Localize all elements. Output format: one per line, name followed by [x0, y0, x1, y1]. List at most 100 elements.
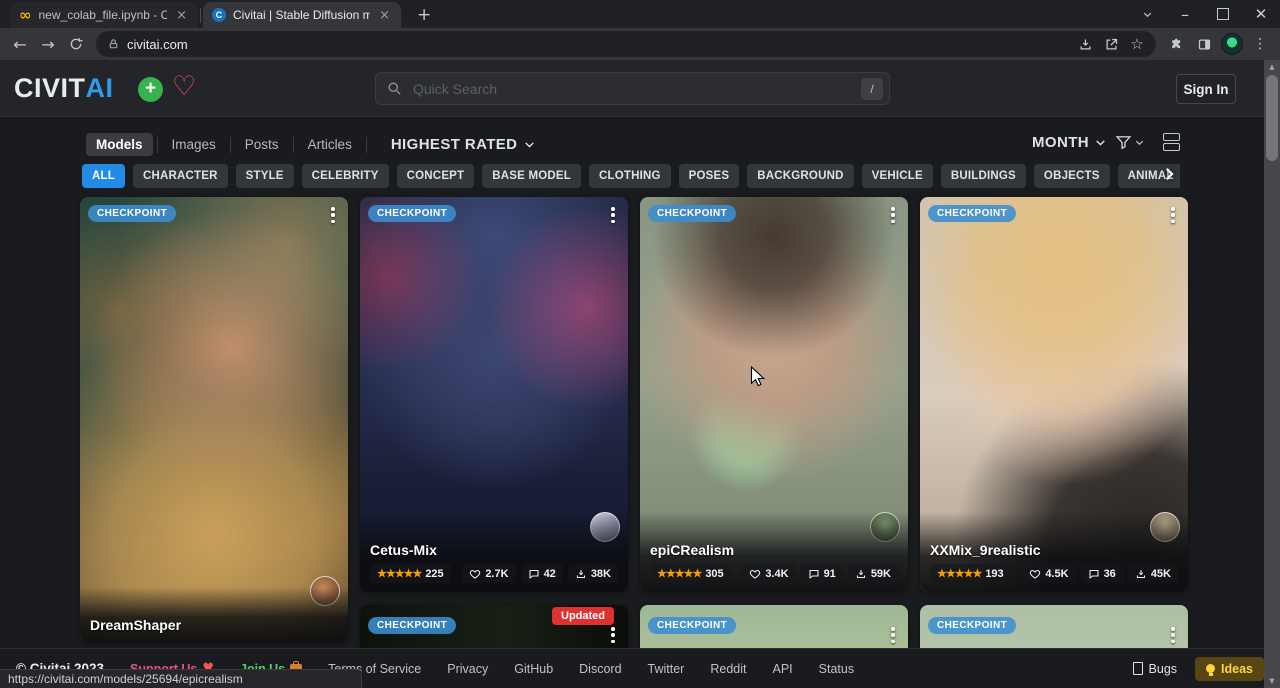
feed-controls: MONTH — [1032, 133, 1180, 151]
category-chip[interactable]: STYLE — [236, 164, 294, 188]
model-card-cetus-mix[interactable]: CHECKPOINT Cetus-Mix ★★★★★ 225 2.7K 42 — [360, 197, 628, 592]
category-chip[interactable]: VEHICLE — [862, 164, 933, 188]
footer-link-twitter[interactable]: Twitter — [648, 662, 685, 676]
bugs-button[interactable]: Bugs — [1133, 662, 1178, 676]
card-menu-icon[interactable] — [324, 205, 342, 225]
period-dropdown[interactable]: MONTH — [1032, 134, 1107, 151]
footer-link-privacy[interactable]: Privacy — [447, 662, 488, 676]
tab-images[interactable]: Images — [162, 133, 226, 156]
rating-pill: ★★★★★ 225 — [370, 564, 451, 583]
colab-icon: ∞ — [19, 8, 32, 23]
browser-tab-civitai[interactable]: C Civitai | Stable Diffusion models, × — [203, 2, 401, 28]
tab-posts[interactable]: Posts — [235, 133, 289, 156]
rating-count: 305 — [705, 568, 723, 580]
tab-divider — [200, 8, 201, 23]
model-type-badge: CHECKPOINT — [88, 205, 176, 222]
lightbulb-icon — [1206, 664, 1215, 673]
footer-link-api[interactable]: API — [772, 662, 792, 676]
category-chip[interactable]: OBJECTS — [1034, 164, 1110, 188]
tab-title: Civitai | Stable Diffusion models, — [233, 8, 370, 22]
star-icons: ★★★★★ — [657, 567, 701, 580]
card-menu-icon[interactable] — [604, 205, 622, 225]
close-tab-icon[interactable]: × — [174, 8, 189, 23]
divider — [366, 137, 367, 153]
scrollbar-thumb[interactable] — [1266, 75, 1278, 161]
category-chip[interactable]: CONCEPT — [397, 164, 475, 188]
chevron-down-icon — [1134, 137, 1145, 148]
model-type-badge: CHECKPOINT — [368, 205, 456, 222]
civitai-logo[interactable]: CIVITAI — [14, 73, 114, 104]
bookmark-star-icon[interactable]: ☆ — [1124, 32, 1150, 56]
footer-link-github[interactable]: GitHub — [514, 662, 553, 676]
share-icon[interactable] — [1098, 32, 1124, 56]
category-chip[interactable]: POSES — [679, 164, 740, 188]
ideas-label: Ideas — [1221, 662, 1253, 676]
browser-menu-icon[interactable]: ⋮ — [1246, 30, 1274, 58]
model-card-partial[interactable]: CHECKPOINT — [640, 605, 908, 648]
search-input[interactable] — [411, 80, 861, 98]
sign-in-button[interactable]: Sign In — [1176, 74, 1236, 104]
reload-button[interactable] — [62, 30, 90, 58]
search-bar[interactable]: / — [375, 72, 890, 105]
footer-link-status[interactable]: Status — [819, 662, 854, 676]
browser-tab-colab[interactable]: ∞ new_colab_file.ipynb - Colaborat × — [10, 2, 198, 28]
ideas-button[interactable]: Ideas — [1195, 657, 1264, 681]
comments-count: 91 — [824, 568, 836, 580]
model-card-epicrealism[interactable]: CHECKPOINT epiCRealism ★★★★★ 305 3.4K 91 — [640, 197, 908, 592]
comment-icon — [808, 568, 820, 580]
filter-dropdown[interactable] — [1115, 134, 1145, 151]
address-bar[interactable]: civitai.com ☆ — [96, 31, 1156, 57]
favorites-heart-icon[interactable]: ♡ — [172, 71, 196, 102]
model-card-dreamshaper[interactable]: CHECKPOINT DreamShaper — [80, 197, 348, 642]
civitai-favicon: C — [212, 8, 226, 22]
category-chip[interactable]: CHARACTER — [133, 164, 228, 188]
category-chip[interactable]: ALL — [82, 164, 125, 188]
category-chip[interactable]: BACKGROUND — [747, 164, 853, 188]
model-card-partial[interactable]: CHECKPOINT — [920, 605, 1188, 648]
tab-articles[interactable]: Articles — [298, 133, 362, 156]
downloads-icon[interactable] — [1072, 32, 1098, 56]
footer-link-reddit[interactable]: Reddit — [710, 662, 746, 676]
card-menu-icon[interactable] — [884, 625, 902, 645]
close-window-button[interactable]: ✕ — [1242, 0, 1280, 28]
comment-icon — [1088, 568, 1100, 580]
back-button[interactable]: ← — [6, 30, 34, 58]
downloads-pill: 45K — [1128, 564, 1178, 583]
model-card-xxmix9realistic[interactable]: CHECKPOINT XXMix_9realistic ★★★★★ 193 4.… — [920, 197, 1188, 592]
category-chip[interactable]: BASE MODEL — [482, 164, 581, 188]
updated-badge: Updated — [552, 607, 614, 625]
comment-icon — [528, 568, 540, 580]
tab-search-chevron-icon[interactable] — [1128, 0, 1166, 28]
scrollbar-up-arrow[interactable]: ▲ — [1264, 60, 1280, 74]
chips-scroll-right-icon[interactable] — [1160, 165, 1178, 183]
model-card-partial[interactable]: Updated CHECKPOINT — [360, 605, 628, 648]
sort-dropdown[interactable]: HIGHEST RATED — [391, 136, 537, 153]
footer-link-discord[interactable]: Discord — [579, 662, 621, 676]
category-chip[interactable]: CLOTHING — [589, 164, 671, 188]
profile-avatar[interactable] — [1218, 30, 1246, 58]
layout-toggle-icon[interactable] — [1163, 133, 1180, 151]
maximize-button[interactable] — [1204, 0, 1242, 28]
new-tab-button[interactable]: + — [411, 5, 437, 25]
card-menu-icon[interactable] — [604, 625, 622, 645]
category-filter-bar: ALL CHARACTER STYLE CELEBRITY CONCEPT BA… — [82, 164, 1180, 188]
tab-models[interactable]: Models — [86, 133, 153, 156]
close-tab-icon[interactable]: × — [377, 8, 392, 23]
chevron-down-icon — [1094, 136, 1107, 149]
card-menu-icon[interactable] — [884, 205, 902, 225]
side-panel-icon[interactable] — [1190, 30, 1218, 58]
create-plus-button[interactable]: + — [138, 77, 163, 102]
status-url: https://civitai.com/models/25694/epicrea… — [8, 672, 243, 686]
forward-button[interactable]: → — [34, 30, 62, 58]
category-chip[interactable]: CELEBRITY — [302, 164, 389, 188]
card-menu-icon[interactable] — [1164, 205, 1182, 225]
extensions-icon[interactable] — [1162, 30, 1190, 58]
category-chip[interactable]: BUILDINGS — [941, 164, 1026, 188]
scrollbar-down-arrow[interactable]: ▼ — [1264, 674, 1280, 688]
heart-icon — [1029, 568, 1041, 580]
card-menu-icon[interactable] — [1164, 625, 1182, 645]
engagement-pills: 2.7K 42 38K — [462, 564, 618, 583]
comments-pill: 42 — [521, 564, 563, 583]
minimize-button[interactable]: – — [1166, 0, 1204, 28]
page-scrollbar[interactable]: ▲ ▼ — [1264, 60, 1280, 688]
